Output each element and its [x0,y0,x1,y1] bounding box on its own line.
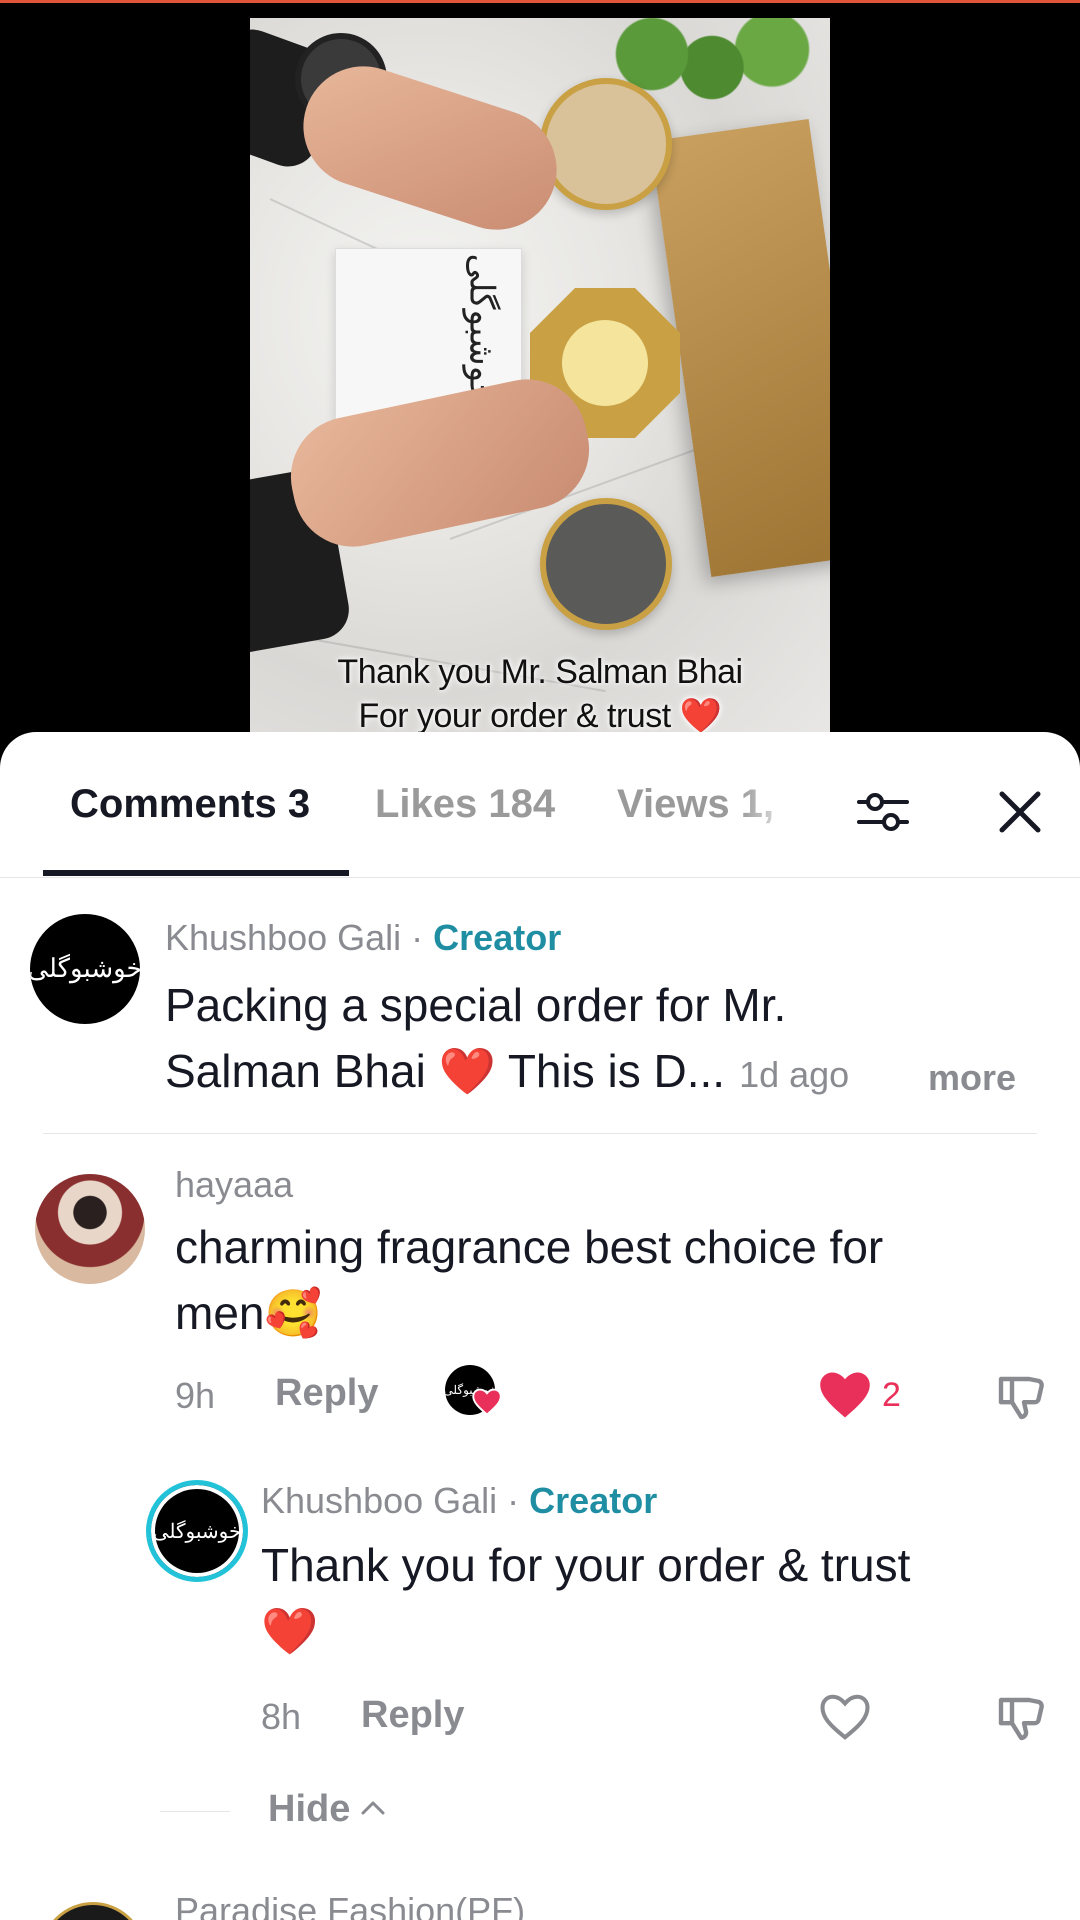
reply-button[interactable]: Reply [361,1694,464,1737]
comment-username[interactable]: Paradise Fashion(PF) [175,1890,525,1920]
thumbs-down-icon[interactable] [993,1369,1049,1430]
box-logo: خوشبوگلی [461,253,502,405]
creator-badge: Creator [529,1480,658,1521]
comments-sheet: Comments 3 Likes 184 Views 1, خوشبوگلی K… [0,732,1080,1920]
avatar[interactable]: خوشبوگلی [30,914,140,1024]
progress-bar [0,0,1080,3]
hand [287,50,573,246]
active-tab-indicator [43,870,349,876]
comment-username[interactable]: hayaaa [175,1164,293,1206]
tab-likes[interactable]: Likes 184 [375,782,555,827]
more-link[interactable]: more [928,1057,1016,1099]
heart-icon[interactable] [818,1370,872,1425]
video-player[interactable]: خوشبوگلی Thank you Mr. Salman Bhai For y… [0,0,1080,740]
chevron-up-icon [360,1798,386,1821]
comment-username[interactable]: Khushboo Gali · Creator [261,1480,657,1522]
creator-badge: Creator [433,917,562,958]
avatar[interactable]: خوشبوگلی [146,1480,248,1582]
comment-username[interactable]: Khushboo Gali · Creator [165,917,561,959]
close-icon[interactable] [990,782,1050,842]
comment-text: Packing a special order for Mr. Salman B… [165,979,850,1097]
reply-button[interactable]: Reply [275,1372,378,1415]
thumbs-down-icon[interactable] [993,1690,1049,1751]
video-caption: Thank you Mr. Salman Bhai For your order… [337,653,743,735]
comment-text: Thank you for your order & trust ❤️ [261,1539,911,1657]
comment-text: charming fragrance best choice for men🥰 [175,1221,884,1339]
gold-tray-top [540,78,672,210]
avatar[interactable] [40,1902,146,1920]
tab-bar: Comments 3 Likes 184 Views 1, [0,732,1080,878]
hide-replies-button[interactable]: Hide [268,1788,386,1831]
comment-time: 8h [261,1696,302,1737]
gold-tray-bottom [540,498,672,630]
divider [160,1811,230,1812]
filter-sliders-icon[interactable] [853,782,913,842]
like-count: 2 [882,1376,901,1414]
comment-time: 9h [175,1375,216,1416]
heart-icon [472,1388,502,1421]
video-frame: خوشبوگلی [250,18,830,740]
tab-comments[interactable]: Comments 3 [70,782,310,827]
divider [43,1133,1037,1134]
heart-icon[interactable] [818,1692,872,1747]
avatar[interactable] [35,1174,145,1284]
